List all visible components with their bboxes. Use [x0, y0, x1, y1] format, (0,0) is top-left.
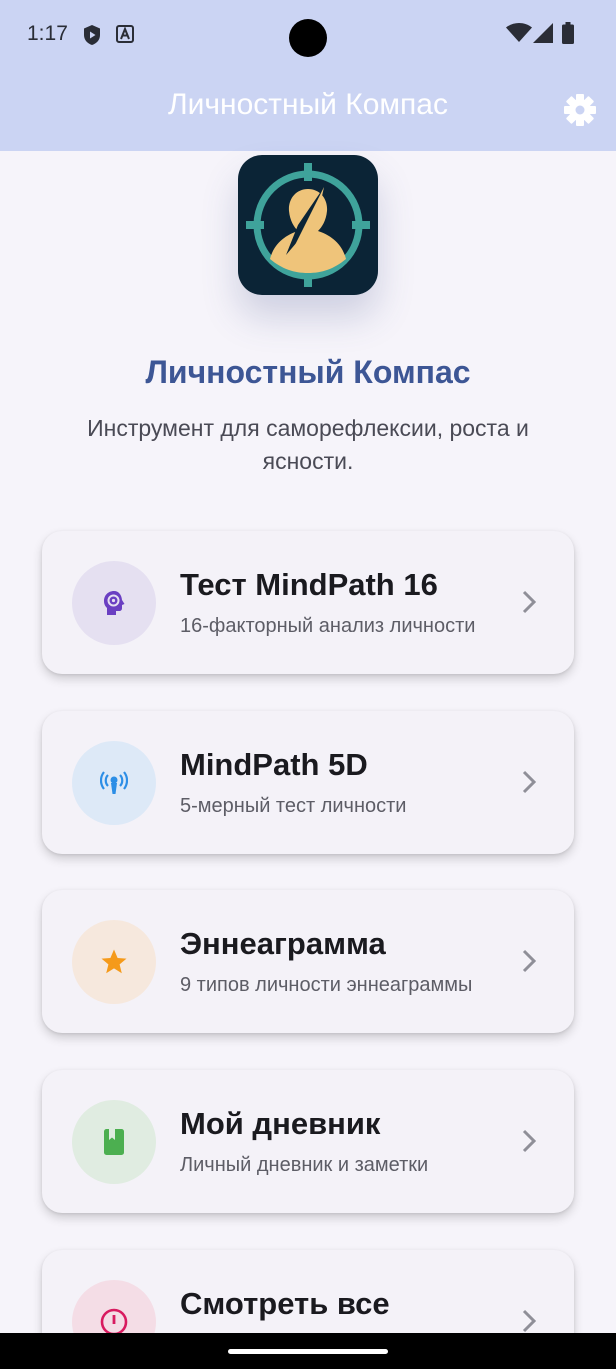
card-icon-circle — [72, 741, 156, 825]
gesture-handle[interactable] — [228, 1349, 388, 1354]
card-journal[interactable]: Мой дневник Личный дневник и заметки — [42, 1070, 574, 1213]
card-icon-circle — [72, 920, 156, 1004]
chevron-right-icon — [522, 590, 537, 614]
brain-gear-icon — [104, 591, 125, 615]
card-title: Эннеаграмма — [180, 926, 386, 961]
card-mindpath-16[interactable]: Тест MindPath 16 16-факторный анализ лич… — [42, 531, 574, 674]
card-title: MindPath 5D — [180, 747, 368, 782]
app-logo — [238, 155, 378, 295]
star-icon — [101, 949, 127, 974]
status-bar: 1:17 — [0, 0, 616, 70]
card-title: Мой дневник — [180, 1106, 381, 1141]
font-a-icon — [116, 25, 134, 48]
hero-subtitle: Инструмент для саморефлексии, роста и яс… — [87, 415, 529, 474]
hero-title: Личностный Компас — [145, 354, 471, 390]
card-icon-circle — [72, 561, 156, 645]
card-icon-circle — [72, 1100, 156, 1184]
card-title: Смотреть все — [180, 1286, 390, 1321]
camera-cutout — [289, 19, 327, 57]
status-time: 1:17 — [27, 22, 68, 45]
home-screen: 1:17 Личностный Компас Личностный Компас… — [0, 0, 616, 1369]
system-nav-bar — [0, 1333, 616, 1369]
settings-button[interactable] — [560, 90, 600, 130]
compass-person-logo — [246, 163, 370, 287]
card-title: Тест MindPath 16 — [180, 567, 438, 602]
card-mindpath-5d[interactable]: MindPath 5D 5-мерный тест личности — [42, 711, 574, 854]
battery-icon — [562, 22, 574, 49]
wifi-icon — [506, 23, 532, 48]
book-icon — [104, 1129, 124, 1155]
shield-play-icon — [82, 24, 102, 51]
card-subtitle: 16-факторный анализ личности — [180, 615, 476, 637]
card-subtitle: Личный дневник и заметки — [180, 1154, 429, 1176]
app-header: 1:17 Личностный Компас — [0, 0, 616, 151]
broadcast-person-icon — [100, 771, 128, 794]
card-subtitle: 9 типов личности эннеаграммы — [180, 974, 473, 996]
gear-icon — [564, 94, 596, 126]
info-circle-icon — [100, 1308, 128, 1336]
app-bar-title: Личностный Компас — [167, 88, 448, 121]
chevron-right-icon — [522, 770, 537, 794]
signal-icon — [533, 23, 553, 48]
chevron-right-icon — [522, 1309, 537, 1333]
card-enneagram[interactable]: Эннеаграмма 9 типов личности эннеаграммы — [42, 890, 574, 1033]
chevron-right-icon — [522, 949, 537, 973]
chevron-right-icon — [522, 1129, 537, 1153]
card-subtitle: 5-мерный тест личности — [180, 795, 407, 817]
